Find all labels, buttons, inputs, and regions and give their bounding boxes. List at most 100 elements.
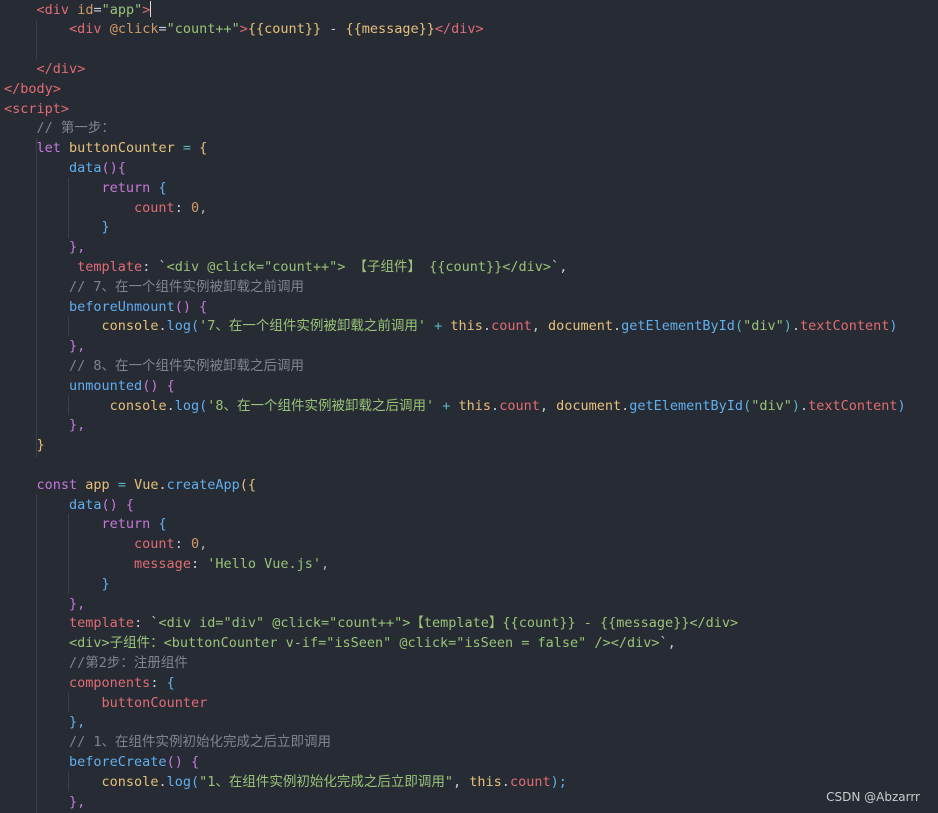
- code-line[interactable]: console.log("1、在组件实例初始化完成之后立即调用", this.c…: [4, 773, 567, 793]
- code-token: :: [174, 536, 191, 553]
- code-line[interactable]: components: {: [4, 674, 175, 694]
- code-token: () {: [101, 496, 135, 513]
- code-token: ,: [539, 397, 557, 414]
- code-line[interactable]: const app = Vue.createApp({: [4, 476, 257, 496]
- code-token: .: [482, 318, 492, 335]
- code-token: },: [69, 338, 86, 355]
- code-line[interactable]: },: [4, 337, 85, 357]
- code-token: "count++": [166, 21, 240, 38]
- code-token: .: [791, 318, 800, 335]
- code-line[interactable]: <div>子组件：<buttonCounter v-if="isSeen" @c…: [4, 634, 676, 654]
- code-token: const: [36, 476, 78, 493]
- code-token: log: [174, 397, 200, 414]
- code-line[interactable]: // 第一步：: [4, 119, 115, 139]
- code-line[interactable]: template: `<div @click="count++"> 【子组件】 …: [4, 258, 567, 278]
- code-token: : `: [142, 258, 167, 275]
- code-token: <: [36, 1, 45, 18]
- code-line[interactable]: },: [4, 238, 85, 258]
- code-line[interactable]: return {: [4, 179, 167, 199]
- code-line[interactable]: },: [4, 793, 85, 813]
- code-line[interactable]: //第2步：注册组件: [4, 654, 188, 674]
- code-token: {: [199, 140, 208, 157]
- code-editor[interactable]: <div id="app"> <div @click="count++">{{c…: [0, 0, 938, 813]
- code-token: {: [166, 674, 175, 691]
- code-token: () {: [166, 753, 200, 770]
- code-line[interactable]: count: 0,: [4, 199, 207, 219]
- code-line[interactable]: return {: [4, 515, 167, 535]
- code-token: data: [69, 496, 102, 513]
- code-token: }: [36, 437, 45, 454]
- code-token: body: [20, 80, 53, 97]
- code-line[interactable]: <script>: [4, 100, 69, 120]
- code-line[interactable]: <div @click="count++">{{count}} - {{mess…: [4, 20, 484, 40]
- code-token: .: [799, 397, 809, 414]
- code-line[interactable]: <div id="app">: [4, 0, 152, 21]
- code-line[interactable]: buttonCounter: [4, 694, 208, 714]
- code-line[interactable]: // 8、在一个组件实例被卸载之后调用: [4, 357, 304, 377]
- code-line[interactable]: console.log('7、在一个组件实例被卸载之前调用' + this.co…: [4, 317, 898, 337]
- code-token: '7、在一个组件实例被卸载之前调用': [199, 318, 427, 335]
- code-token: <: [4, 100, 13, 117]
- code-token: 0: [190, 536, 200, 553]
- code-token: this: [469, 773, 502, 790]
- code-token: .: [158, 476, 167, 493]
- code-line[interactable]: </body>: [4, 80, 61, 100]
- code-line[interactable]: }: [4, 575, 110, 595]
- code-line[interactable]: data() {: [4, 496, 134, 516]
- code-token: ,: [321, 555, 330, 572]
- code-token: count: [134, 199, 175, 216]
- code-token: =: [109, 476, 135, 493]
- code-token: return: [101, 179, 151, 196]
- code-token: </: [36, 60, 53, 77]
- watermark: CSDN @Abzarrr: [826, 790, 920, 804]
- code-token: "1、在组件实例初始化完成之后立即调用": [199, 773, 454, 790]
- code-line[interactable]: message: 'Hello Vue.js',: [4, 555, 329, 575]
- code-token: }: [101, 219, 110, 236]
- code-line[interactable]: </div>: [4, 60, 86, 80]
- code-token: createApp: [166, 476, 240, 493]
- code-line[interactable]: unmounted() {: [4, 377, 175, 397]
- code-line[interactable]: },: [4, 713, 85, 733]
- code-token: .: [501, 773, 510, 790]
- code-line[interactable]: }: [4, 436, 45, 456]
- code-token: this: [450, 318, 483, 335]
- code-line[interactable]: }: [4, 218, 110, 238]
- code-token: return: [101, 516, 151, 533]
- code-line[interactable]: count: 0,: [4, 535, 207, 555]
- code-token: :: [150, 674, 167, 691]
- code-token: </: [4, 80, 21, 97]
- code-line[interactable]: beforeUnmount() {: [4, 298, 207, 318]
- code-line[interactable]: // 7、在一个组件实例被卸载之前调用: [4, 278, 304, 298]
- code-token: textContent: [800, 318, 890, 335]
- code-line[interactable]: },: [4, 595, 85, 615]
- code-token: count: [134, 536, 175, 553]
- code-token: let: [36, 140, 61, 157]
- code-token: console: [109, 397, 167, 414]
- code-token: : `: [134, 615, 159, 632]
- code-line[interactable]: console.log('8、在一个组件实例被卸载之后调用' + this.co…: [4, 397, 906, 417]
- code-line[interactable]: },: [4, 416, 85, 436]
- code-line[interactable]: // 1、在组件实例初始化完成之后立即调用: [4, 733, 331, 753]
- code-line[interactable]: beforeCreate() {: [4, 753, 199, 773]
- code-token: >: [239, 21, 248, 38]
- code-line[interactable]: let buttonCounter = {: [4, 139, 208, 159]
- code-line[interactable]: data(){: [4, 159, 126, 179]
- code-token: <div id="div" @click="count++">【template…: [158, 615, 739, 632]
- code-line[interactable]: template: `<div id="div" @click="count++…: [4, 614, 738, 634]
- code-token: console: [101, 773, 159, 790]
- code-token: },: [69, 714, 86, 731]
